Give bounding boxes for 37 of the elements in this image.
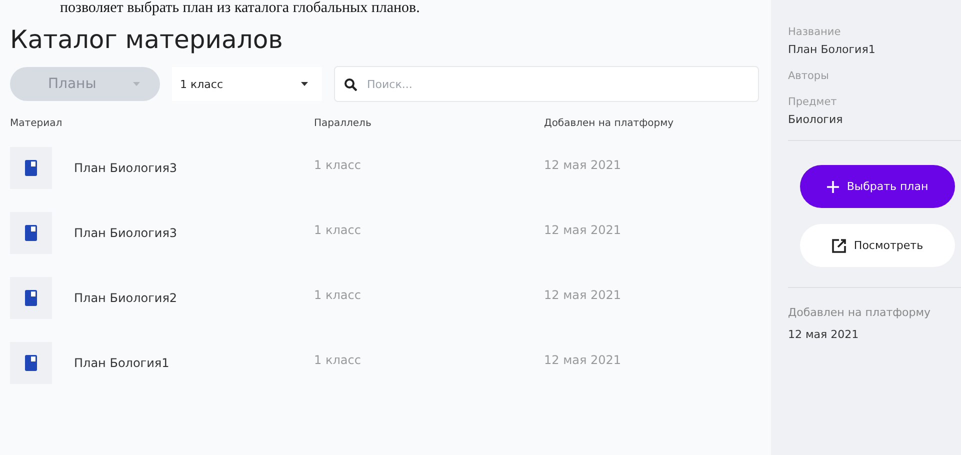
material-name[interactable]: План Биология2 [74,290,178,304]
column-header: Добавлен на платформу [544,118,674,129]
document-icon [10,212,52,254]
material-name[interactable]: План Бология1 [74,356,170,370]
view-button[interactable]: Посмотреть [800,224,955,267]
column-header: Материал [10,118,62,129]
material-name[interactable]: План Биология3 [74,160,178,174]
caret-icon [301,82,308,86]
search-field[interactable]: Поиск... [334,66,759,102]
search-icon [344,78,357,91]
field-label: Предмет [788,96,837,108]
grade-text: 1 класс [314,158,361,172]
material-name[interactable]: План Биология3 [74,226,178,240]
date-text: 12 мая 2021 [544,222,622,236]
external-link-icon [832,238,846,252]
field-value: План Бология1 [788,43,876,56]
plus-icon [826,180,839,192]
date-text: 12 мая 2021 [544,288,622,302]
select-plan-button[interactable]: Выбрать план [800,165,955,208]
document-icon [10,276,52,318]
caret-icon [133,82,140,86]
date-text: 12 мая 2021 [544,158,622,172]
grade-text: 1 класс [314,222,361,236]
column-header: Параллель [314,118,372,129]
document-icon [10,342,52,384]
grade-text: 1 класс [314,288,361,302]
field-value: Биология [788,113,843,126]
field-label: Добавлен на платформу [788,306,931,319]
field-label: Авторы [788,70,829,82]
field-value: 12 мая 2021 [788,328,859,341]
grade-dropdown[interactable]: 1 класс [172,67,322,101]
page-title: Каталог материалов [10,24,283,56]
field-label: Название [788,26,841,38]
caption-text: позволяет выбрать план из каталога глобальных планов. [60,0,420,16]
date-text: 12 мая 2021 [544,352,622,366]
grade-text: 1 класс [314,352,361,366]
document-icon [10,146,52,188]
